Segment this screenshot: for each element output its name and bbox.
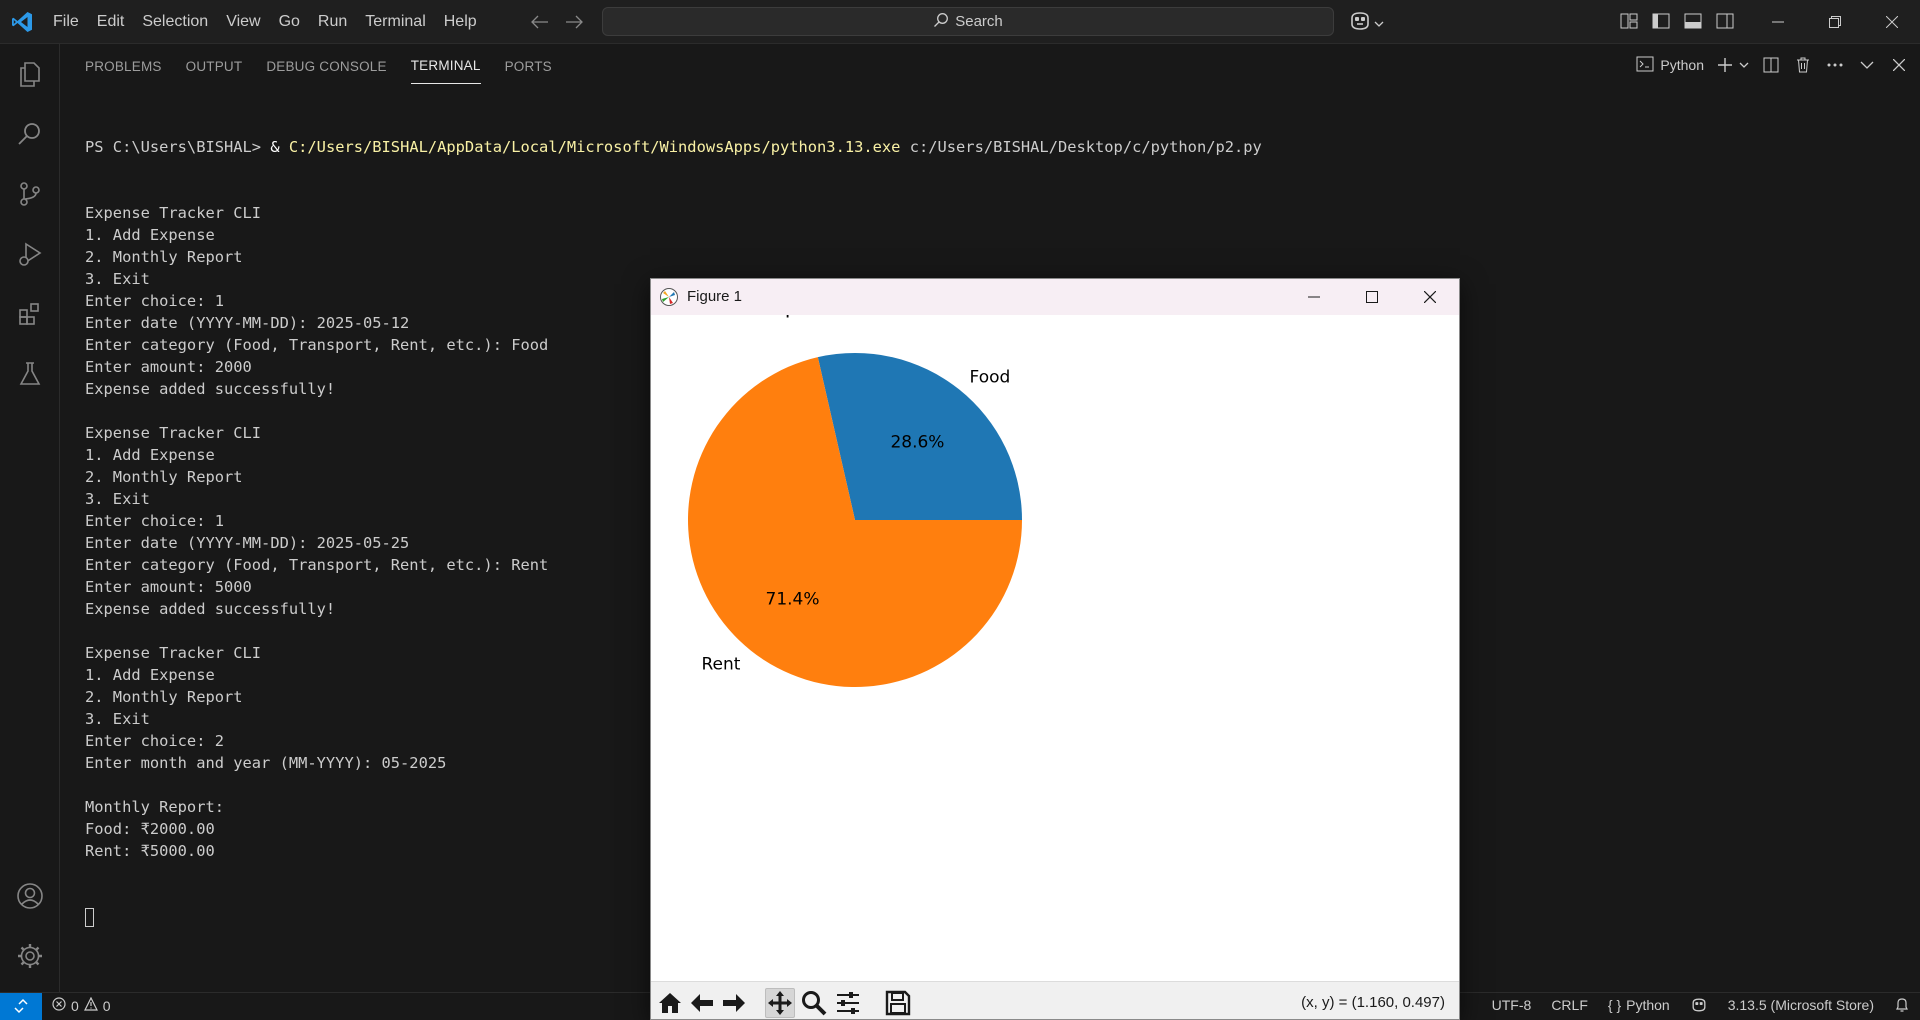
vscode-logo-icon: [10, 10, 34, 34]
figure-minimize-icon[interactable]: [1285, 279, 1343, 315]
extensions-icon[interactable]: [12, 296, 48, 332]
toggle-panel-icon[interactable]: [1682, 10, 1704, 32]
customize-layout-icon[interactable]: [1618, 10, 1640, 32]
error-count: 0: [71, 997, 79, 1014]
terminal-cursor: [85, 908, 94, 927]
testing-icon[interactable]: [12, 356, 48, 392]
pan-move-icon[interactable]: [765, 988, 795, 1018]
new-terminal-plus-icon[interactable]: [1714, 54, 1736, 76]
figure-title-bar[interactable]: Figure 1: [651, 279, 1459, 315]
back-icon[interactable]: [687, 988, 717, 1018]
menu-help[interactable]: Help: [436, 9, 485, 35]
accounts-icon[interactable]: [12, 878, 48, 914]
warning-count: 0: [102, 997, 111, 1014]
back-arrow-icon[interactable]: [530, 10, 550, 34]
tab-debug-console[interactable]: DEBUG CONSOLE: [266, 49, 386, 84]
slice-label-rent: Rent: [702, 655, 741, 675]
terminal-line: Expense Tracker CLI: [85, 204, 262, 222]
run-and-debug-icon[interactable]: [12, 236, 48, 272]
forward-icon[interactable]: [719, 988, 749, 1018]
tab-problems[interactable]: PROBLEMS: [85, 49, 162, 84]
configure-subplots-icon[interactable]: [833, 988, 863, 1018]
terminal-icon: [1636, 56, 1654, 75]
save-disk-icon[interactable]: [883, 988, 913, 1018]
copilot-button[interactable]: [1348, 10, 1384, 37]
menu-view[interactable]: View: [218, 9, 268, 35]
title-bar: File Edit Selection View Go Run Terminal…: [0, 0, 1920, 44]
command-center-search[interactable]: Search: [602, 7, 1334, 36]
encoding-indicator[interactable]: UTF-8: [1492, 997, 1532, 1013]
menu-selection[interactable]: Selection: [134, 9, 216, 35]
menu-go[interactable]: Go: [271, 9, 308, 35]
menu-bar: File Edit Selection View Go Run Terminal…: [45, 0, 487, 44]
terminal-name-label: Python: [1660, 57, 1704, 73]
forward-arrow-icon[interactable]: [564, 10, 584, 34]
slice-percent-food: 28.6%: [890, 433, 944, 453]
cursor-coordinates-readout: (x, y) = (1.160, 0.497): [1301, 994, 1445, 1011]
more-actions-icon[interactable]: [1824, 54, 1846, 76]
menu-file[interactable]: File: [45, 9, 87, 35]
menu-edit[interactable]: Edit: [89, 9, 133, 35]
remote-icon: [13, 998, 29, 1017]
slice-percent-rent: 71.4%: [766, 589, 820, 609]
trash-icon[interactable]: [1792, 54, 1814, 76]
figure-close-icon[interactable]: [1401, 279, 1459, 315]
matplotlib-logo-icon: [659, 287, 679, 307]
tab-terminal[interactable]: TERMINAL: [410, 48, 481, 84]
terminal-line: 2. Monthly Report: [85, 248, 243, 266]
home-icon[interactable]: [655, 988, 685, 1018]
figure-title: Figure 1: [687, 288, 743, 305]
terminal-selector[interactable]: Python: [1636, 56, 1704, 75]
chart-title: Expenses for 05-2025: [760, 315, 979, 318]
split-terminal-icon[interactable]: [1760, 54, 1782, 76]
minimize-icon[interactable]: [1749, 0, 1806, 44]
toggle-secondary-sidebar-icon[interactable]: [1714, 10, 1736, 32]
terminal-command-exe: C:/Users/BISHAL/AppData/Local/Microsoft/…: [288, 138, 901, 156]
slice-label-food: Food: [970, 367, 1011, 387]
activity-bar: [0, 44, 60, 992]
figure-maximize-icon[interactable]: [1343, 279, 1401, 315]
zoom-magnifier-icon[interactable]: [799, 988, 829, 1018]
tab-output[interactable]: OUTPUT: [186, 49, 243, 84]
terminal-command-arg: c:/Users/BISHAL/Desktop/c/python/p2.py: [900, 138, 1262, 156]
close-icon[interactable]: [1863, 0, 1920, 44]
warning-icon: [83, 996, 98, 1014]
menu-terminal[interactable]: Terminal: [357, 9, 433, 35]
search-icon: [933, 12, 949, 32]
terminal-command-operator: &: [270, 138, 289, 156]
source-control-icon[interactable]: [12, 176, 48, 212]
language-mode-indicator[interactable]: { } Python: [1608, 997, 1670, 1013]
chevron-down-icon: [1374, 15, 1384, 33]
maximize-panel-chevron-icon[interactable]: [1856, 54, 1878, 76]
copilot-status-icon[interactable]: [1690, 997, 1708, 1013]
eol-indicator[interactable]: CRLF: [1551, 997, 1588, 1013]
remote-indicator[interactable]: [0, 993, 42, 1020]
terminal-prompt: PS C:\Users\BISHAL>: [85, 138, 271, 156]
error-icon: [52, 997, 66, 1014]
terminal-line: 1. Add Expense: [85, 226, 215, 244]
tab-ports[interactable]: PORTS: [505, 49, 552, 84]
panel-tabs: PROBLEMS OUTPUT DEBUG CONSOLE TERMINAL P…: [85, 44, 552, 88]
manage-gear-icon[interactable]: [12, 938, 48, 974]
figure-window[interactable]: Figure 1 Expenses for 05-2025 Food 28.6% Re…: [650, 278, 1460, 1020]
copilot-icon: [1348, 10, 1372, 37]
language-label: Python: [1626, 997, 1670, 1013]
pie-chart: Expenses for 05-2025 Food 28.6% Rent 71.4%: [688, 294, 1022, 687]
braces-icon: { }: [1607, 997, 1622, 1013]
figure-toolbar: (x, y) = (1.160, 0.497): [651, 981, 1459, 1019]
chevron-down-icon[interactable]: [1738, 54, 1750, 76]
figure-canvas[interactable]: Expenses for 05-2025 Food 28.6% Rent 71.4%: [651, 294, 1459, 981]
restore-icon[interactable]: [1806, 0, 1863, 44]
terminal-command-line: PS C:\Users\BISHAL> & C:/Users/BISHAL/Ap…: [85, 136, 1262, 158]
interpreter-indicator[interactable]: 3.13.5 (Microsoft Store): [1728, 997, 1874, 1013]
toggle-primary-sidebar-icon[interactable]: [1650, 10, 1672, 32]
notifications-bell-icon[interactable]: [1894, 997, 1910, 1013]
search-icon[interactable]: [12, 116, 48, 152]
close-panel-icon[interactable]: [1888, 54, 1910, 76]
explorer-icon[interactable]: [12, 56, 48, 92]
menu-run[interactable]: Run: [310, 9, 355, 35]
problems-indicator[interactable]: 0 0: [52, 996, 111, 1014]
search-label: Search: [955, 13, 1003, 30]
